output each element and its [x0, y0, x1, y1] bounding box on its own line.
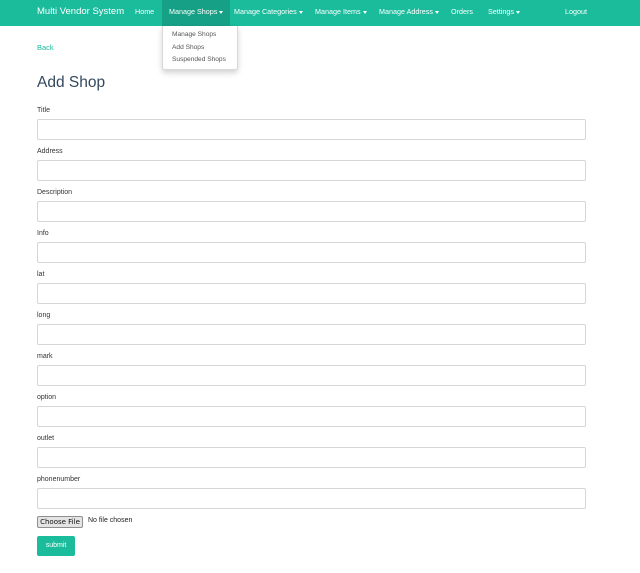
title-label: Title	[37, 107, 50, 114]
long-label: long	[37, 312, 51, 319]
nav-item-manage-items[interactable]: Manage Items	[308, 0, 374, 26]
option-input[interactable]	[37, 406, 586, 427]
phonenumber-input[interactable]	[37, 488, 586, 509]
outlet-input[interactable]	[37, 447, 586, 468]
file-status-text: No file chosen	[88, 517, 133, 524]
manage-shops-dropdown: Manage Shops Add Shops Suspended Shops	[162, 26, 238, 70]
back-link[interactable]: Back	[37, 43, 54, 52]
caret-down-icon	[298, 10, 303, 14]
nav-item-settings[interactable]: Settings	[481, 0, 527, 26]
choose-file-button[interactable]: Choose File	[37, 516, 83, 528]
nav-item-manage-address[interactable]: Manage Address	[372, 0, 446, 26]
caret-down-icon	[219, 10, 224, 14]
nav-item-label: Logout	[565, 7, 587, 16]
caret-down-icon	[515, 10, 520, 14]
info-input[interactable]	[37, 242, 586, 263]
nav-item-manage-shops[interactable]: Manage Shops	[162, 0, 231, 26]
nav-item-label: Settings	[488, 7, 514, 16]
nav-item-label: Manage Categories	[234, 7, 297, 16]
nav-item-label: Manage Shops	[169, 7, 218, 16]
description-label: Description	[37, 189, 73, 196]
lat-label: lat	[37, 271, 45, 278]
long-input[interactable]	[37, 324, 586, 345]
brand-link[interactable]: Multi Vendor System	[37, 0, 124, 26]
mark-input[interactable]	[37, 365, 586, 386]
nav-item-label: Manage Items	[315, 7, 361, 16]
submit-button[interactable]: submit	[37, 536, 75, 556]
dropdown-item-manage-shops[interactable]: Manage Shops	[163, 29, 237, 42]
dropdown-item-suspended-shops[interactable]: Suspended Shops	[163, 54, 237, 67]
page-title: Add Shop	[37, 74, 106, 91]
nav-item-label: Home	[135, 7, 155, 16]
outlet-label: outlet	[37, 435, 55, 442]
dropdown-item-add-shops[interactable]: Add Shops	[163, 42, 237, 55]
nav-item-orders[interactable]: Orders	[444, 0, 480, 26]
caret-down-icon	[362, 10, 367, 14]
nav-item-label: Manage Address	[379, 7, 433, 16]
phonenumber-label: phonenumber	[37, 476, 81, 483]
info-label: Info	[37, 230, 49, 237]
lat-input[interactable]	[37, 283, 586, 304]
nav-item-manage-categories[interactable]: Manage Categories	[227, 0, 310, 26]
address-label: Address	[37, 148, 63, 155]
top-navbar: Multi Vendor System Home Manage Shops Ma…	[0, 0, 640, 26]
title-input[interactable]	[37, 119, 586, 140]
address-input[interactable]	[37, 160, 586, 181]
mark-label: mark	[37, 353, 53, 360]
caret-down-icon	[434, 10, 439, 14]
nav-item-label: Orders	[451, 7, 473, 16]
nav-item-home[interactable]: Home	[128, 0, 161, 26]
nav-item-logout[interactable]: Logout	[558, 0, 594, 26]
option-label: option	[37, 394, 57, 401]
description-input[interactable]	[37, 201, 586, 222]
